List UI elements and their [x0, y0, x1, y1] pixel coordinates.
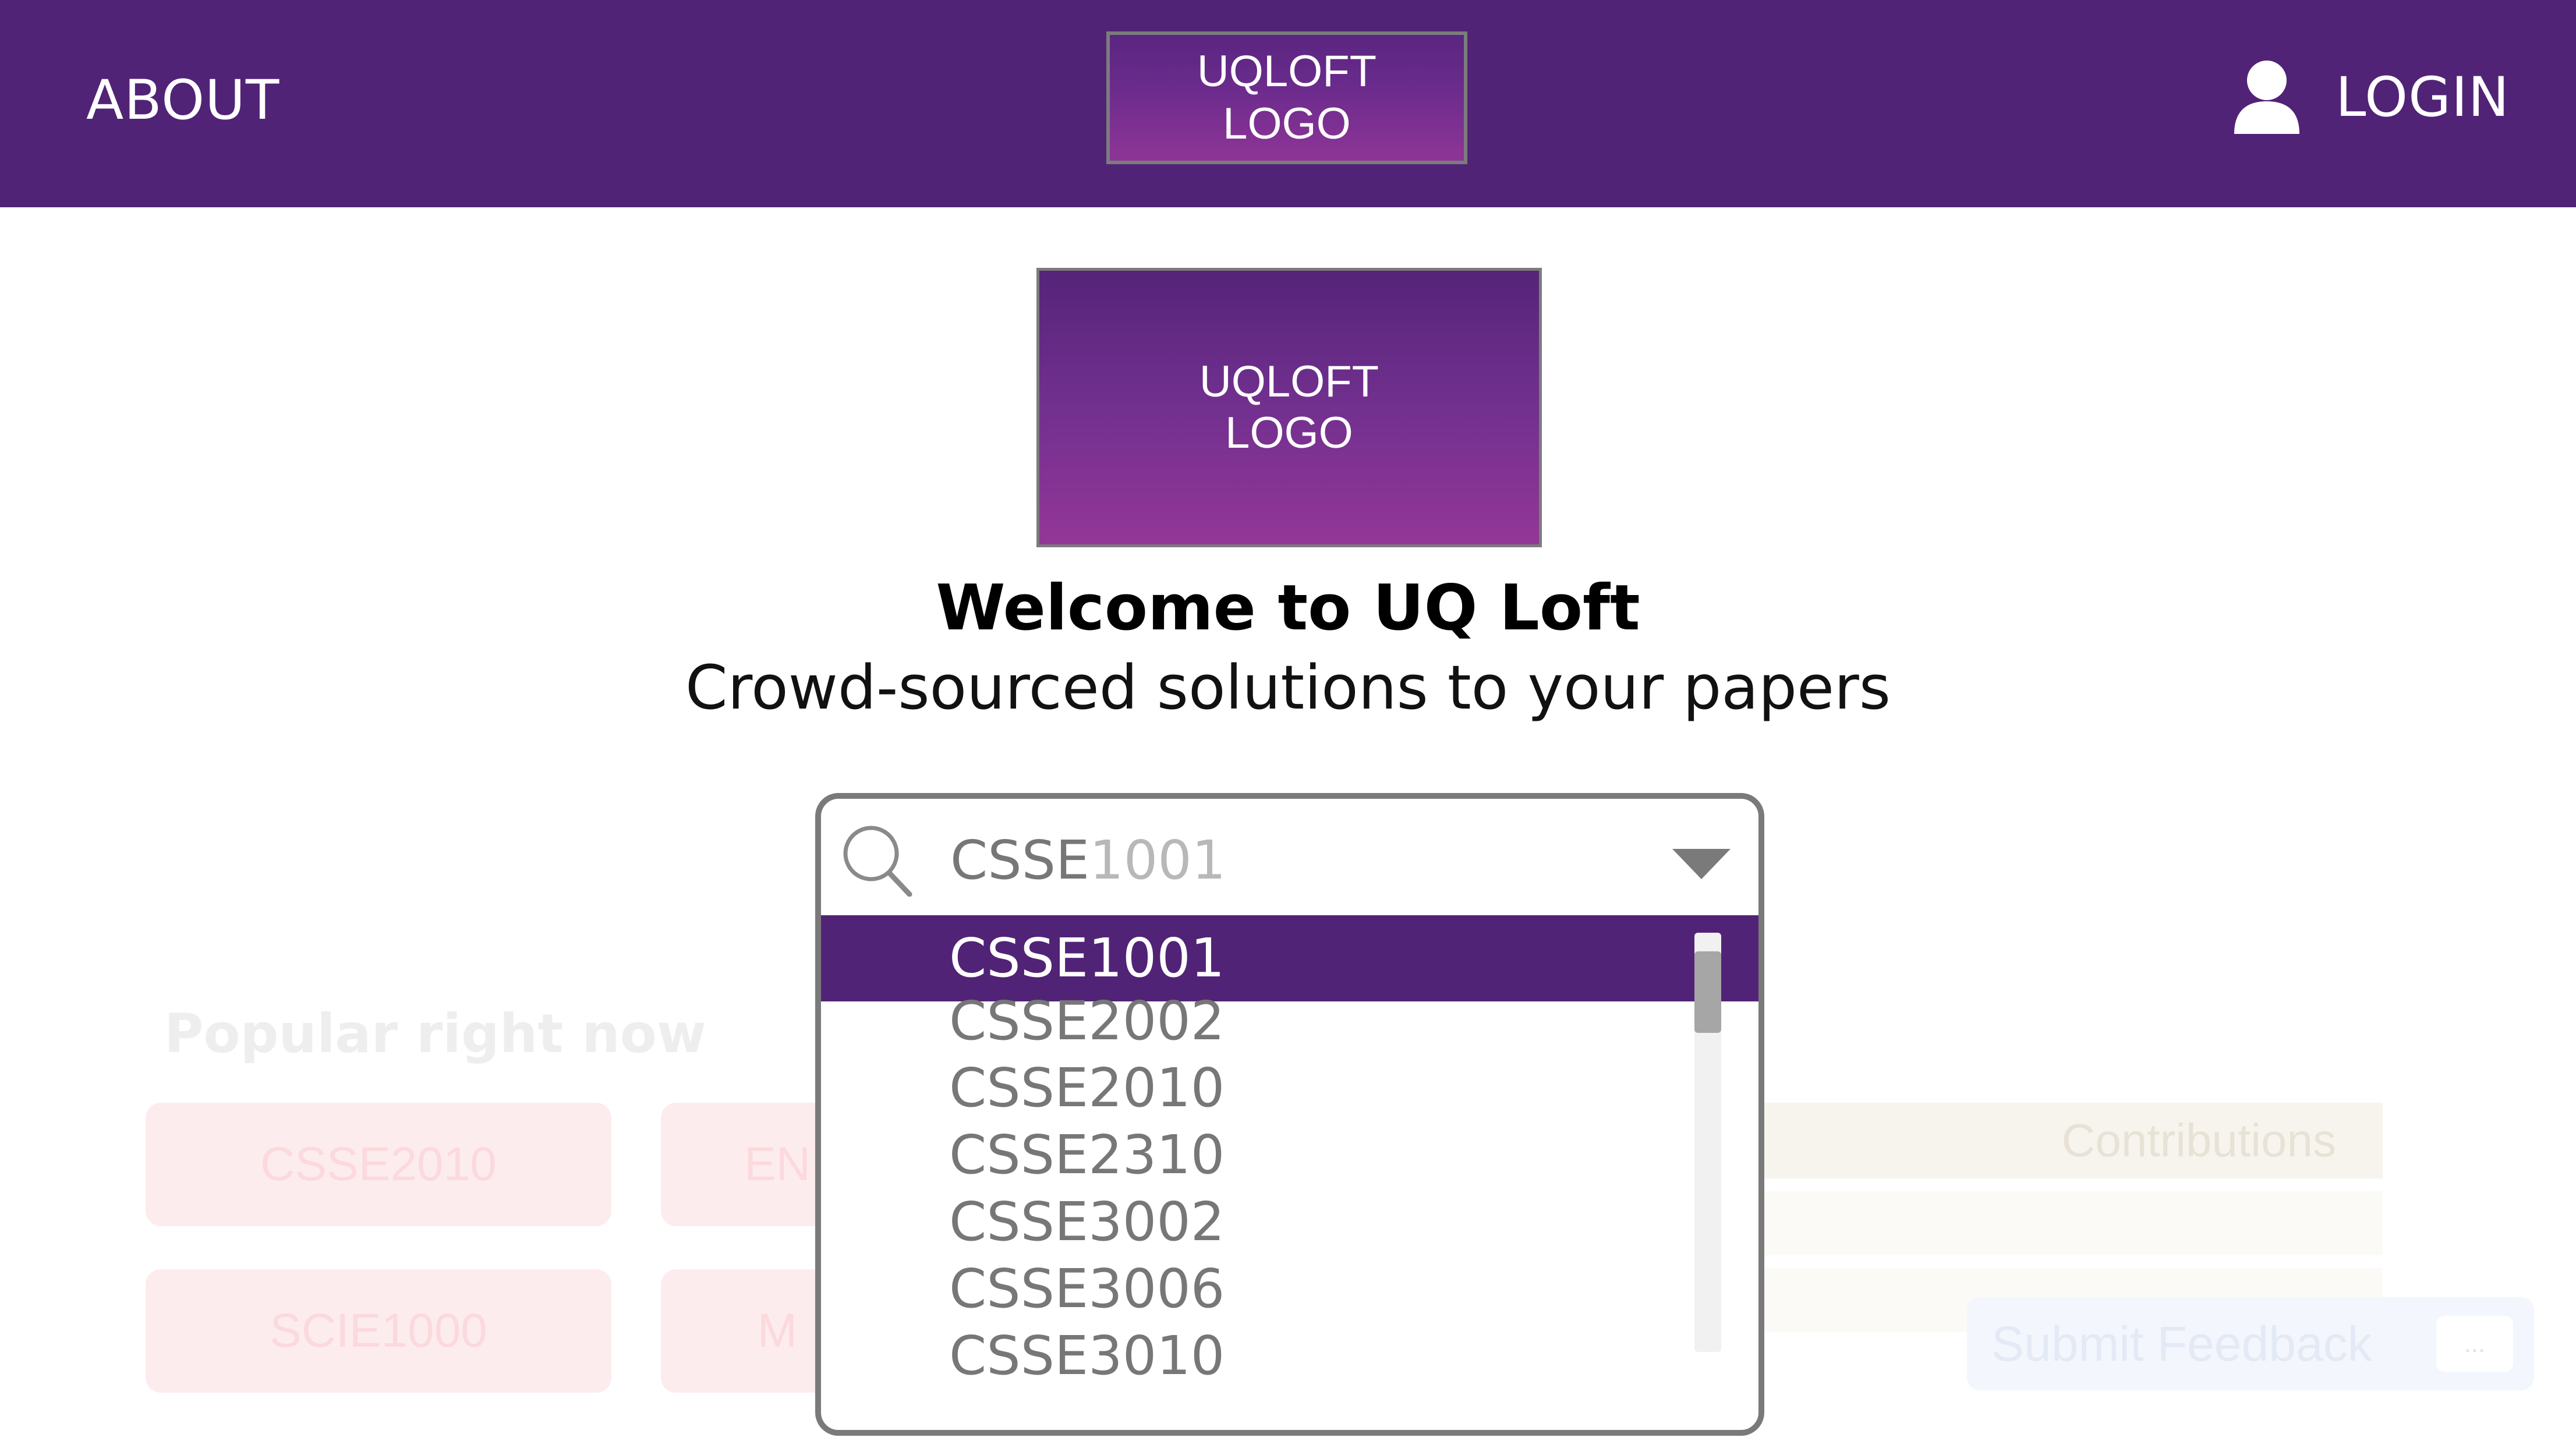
- option-item[interactable]: CSSE2002: [821, 987, 1758, 1054]
- caret-down-icon[interactable]: [1672, 849, 1731, 879]
- hero-logo: UQLOFT LOGO: [1036, 268, 1542, 547]
- top-nav-bar: ABOUT UQLOFT LOGO LOGIN: [0, 0, 2576, 207]
- search-icon: [843, 826, 912, 897]
- option-item[interactable]: CSSE3010: [821, 1322, 1758, 1389]
- search-input[interactable]: CSSE1001: [950, 829, 1226, 891]
- popular-section-title: Popular right now: [164, 1003, 706, 1065]
- hero-logo-line1: UQLOFT: [1199, 357, 1379, 406]
- option-item[interactable]: CSSE3006: [821, 1255, 1758, 1322]
- submit-feedback-label: Submit Feedback: [1991, 1316, 2372, 1371]
- course-search-dropdown[interactable]: CSSE1001 CSSE1001 CSSE2002 CSSE2010 CSSE…: [815, 793, 1764, 1436]
- header-logo[interactable]: UQLOFT LOGO: [1106, 31, 1467, 164]
- header-logo-line2: LOGO: [1223, 99, 1351, 148]
- header-logo-line1: UQLOFT: [1197, 47, 1377, 96]
- user-icon: [2234, 61, 2300, 134]
- popular-course-card[interactable]: CSSE2010: [146, 1103, 611, 1226]
- chat-bubble-icon: ...: [2436, 1316, 2513, 1372]
- welcome-heading: Welcome to UQ Loft: [936, 572, 1640, 645]
- hero-logo-line2: LOGO: [1225, 408, 1353, 458]
- search-autocomplete-hint: 1001: [1089, 829, 1226, 891]
- contributions-header: Contributions: [1758, 1103, 2383, 1178]
- popular-course-card[interactable]: SCIE1000: [146, 1269, 611, 1393]
- course-option-list: CSSE1001 CSSE2002 CSSE2010 CSSE2310 CSSE…: [821, 915, 1758, 1389]
- login-label: LOGIN: [2336, 65, 2510, 129]
- about-link[interactable]: ABOUT: [86, 69, 279, 132]
- tagline: Crowd-sourced solutions to your papers: [685, 652, 1891, 723]
- login-button[interactable]: LOGIN: [2232, 54, 2510, 141]
- table-row: [1758, 1191, 2383, 1255]
- search-typed-text: CSSE: [950, 829, 1090, 891]
- submit-feedback-button[interactable]: Submit Feedback ...: [1967, 1297, 2534, 1390]
- scrollbar-track[interactable]: [1694, 933, 1721, 1352]
- option-item[interactable]: CSSE3002: [821, 1188, 1758, 1255]
- option-item[interactable]: CSSE2310: [821, 1121, 1758, 1188]
- option-item[interactable]: CSSE2010: [821, 1054, 1758, 1121]
- search-field[interactable]: CSSE1001: [821, 799, 1758, 915]
- scrollbar-thumb[interactable]: [1694, 951, 1721, 1033]
